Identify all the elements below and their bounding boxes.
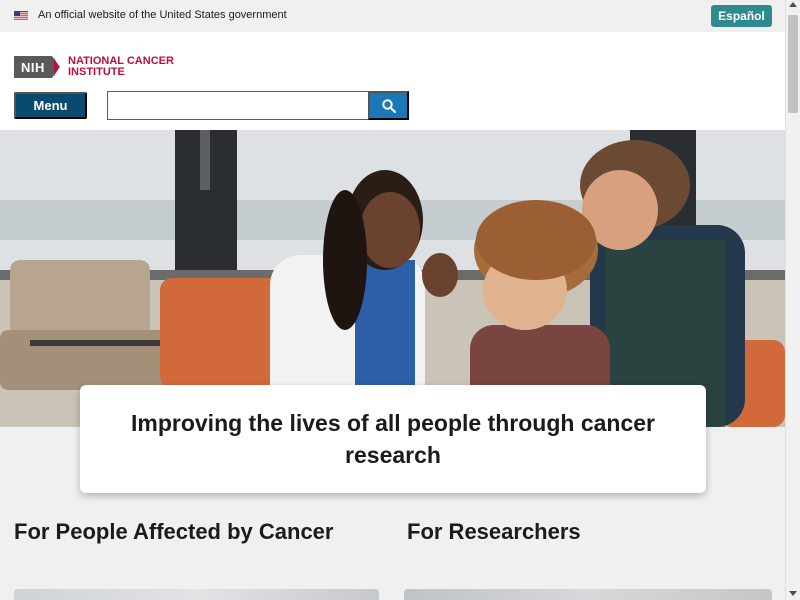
gov-banner-text: An official website of the United States…	[38, 9, 287, 21]
page-scrollbar[interactable]	[785, 0, 800, 600]
people-affected-card-image[interactable]	[14, 589, 379, 600]
scroll-up-arrow-icon[interactable]	[789, 2, 797, 7]
hero-title: Improving the lives of all people throug…	[131, 410, 655, 468]
nci-logo-text: NATIONAL CANCER INSTITUTE	[68, 56, 174, 78]
menu-button[interactable]: Menu	[14, 92, 87, 119]
hero-image	[0, 130, 785, 427]
nih-logo-mark: NIH	[14, 56, 52, 78]
site-header: NIH NATIONAL CANCER INSTITUTE Menu	[0, 32, 785, 130]
researchers-card-image[interactable]	[404, 589, 772, 600]
section-heading-researchers[interactable]: For Researchers	[407, 515, 767, 548]
search-icon	[381, 98, 396, 113]
gov-banner: An official website of the United States…	[0, 0, 785, 32]
nih-chevron-icon	[52, 56, 60, 78]
section-heading-people-affected[interactable]: For People Affected by Cancer	[14, 515, 344, 548]
espanol-button[interactable]: Español	[711, 5, 772, 27]
hero-caption-card: Improving the lives of all people throug…	[80, 385, 706, 493]
doctor-talking-with-family-photo	[0, 130, 785, 427]
search-input[interactable]	[107, 91, 369, 120]
us-flag-icon	[14, 11, 28, 20]
nci-logo[interactable]: NIH NATIONAL CANCER INSTITUTE	[14, 56, 174, 78]
nci-logo-line2: INSTITUTE	[68, 66, 125, 78]
search-button[interactable]	[368, 91, 409, 120]
scrollbar-thumb[interactable]	[788, 15, 798, 113]
scroll-down-arrow-icon[interactable]	[789, 591, 797, 596]
